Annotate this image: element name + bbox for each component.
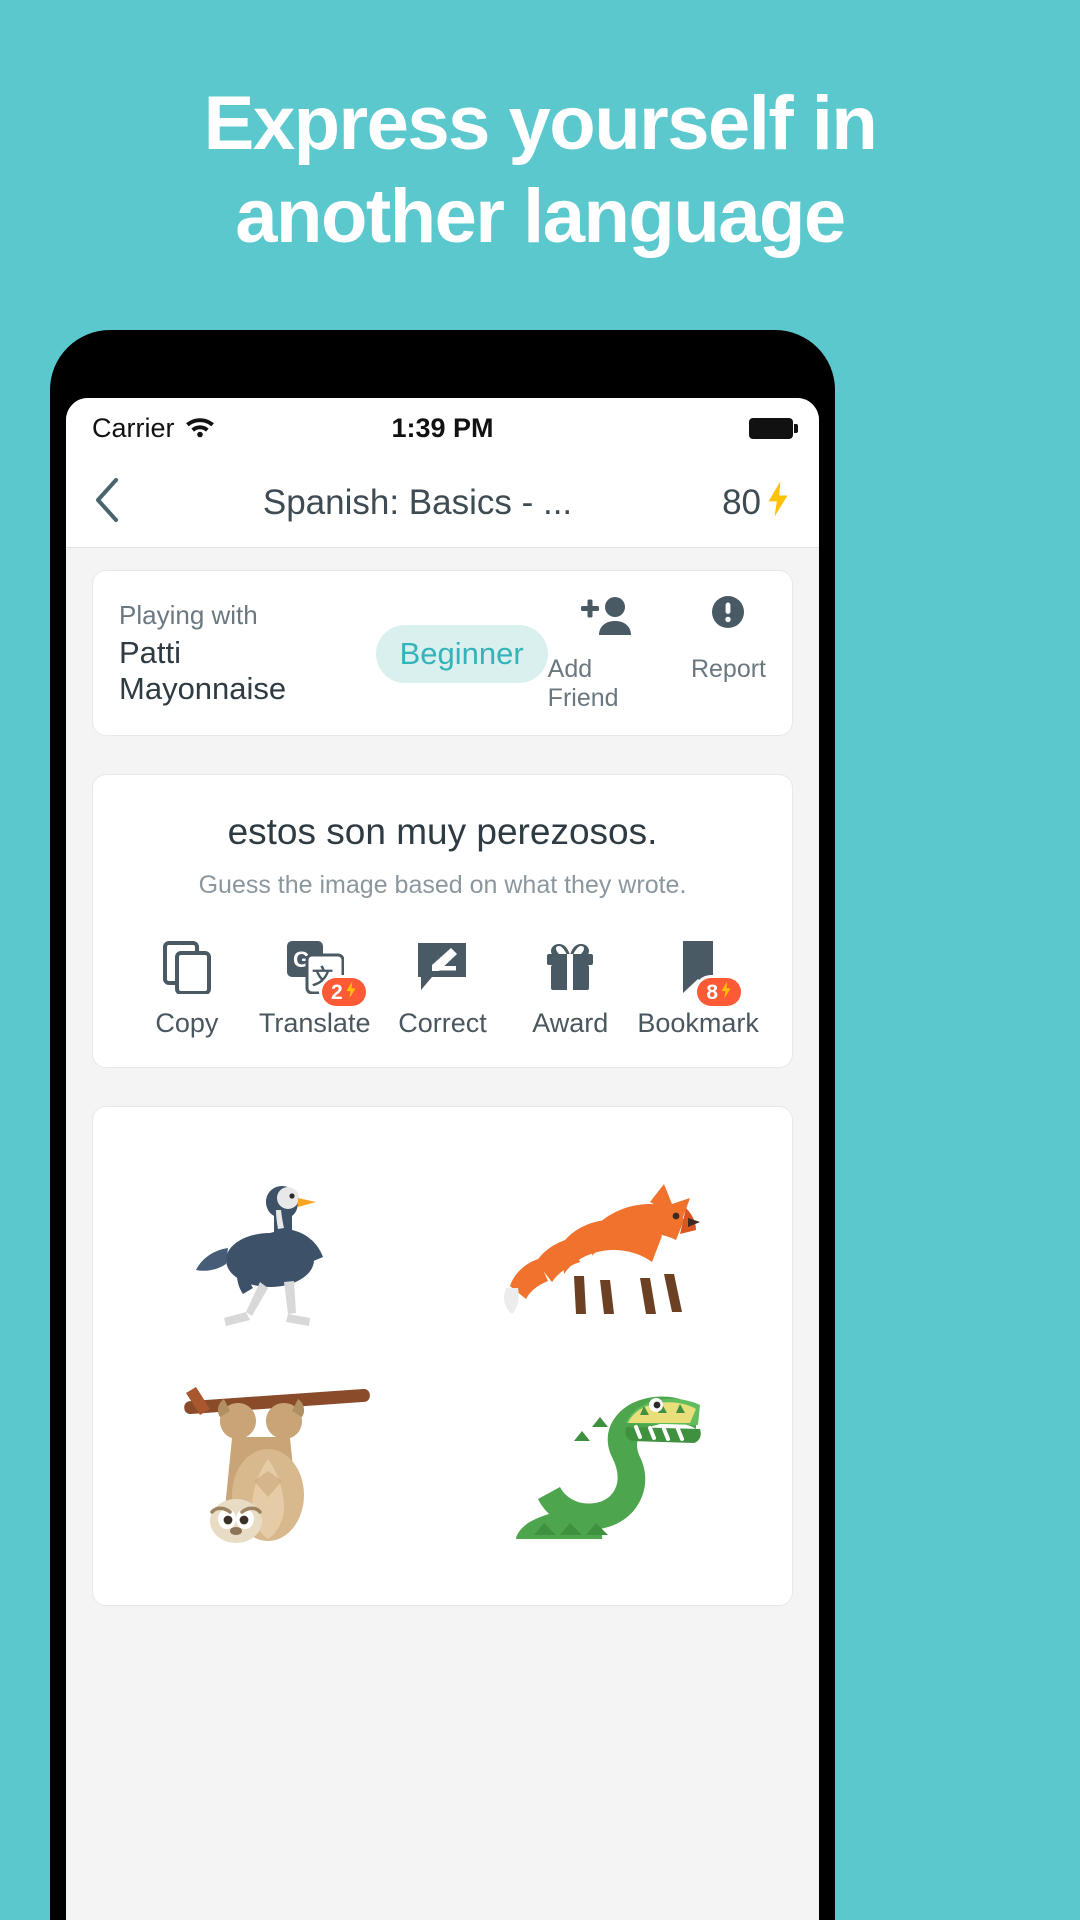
copy-icon bbox=[162, 936, 212, 998]
answer-option-crocodile[interactable] bbox=[448, 1361, 763, 1565]
crocodile-icon bbox=[515, 1396, 701, 1539]
status-bar-right bbox=[749, 417, 798, 439]
bookmark-badge-count: 8 bbox=[706, 980, 719, 1004]
battery-icon bbox=[749, 417, 798, 439]
message-card: estos son muy perezosos. Guess the image… bbox=[92, 774, 793, 1068]
translate-button[interactable]: G 文 2 Translate bbox=[251, 936, 379, 1039]
message-actions-row: Copy G 文 2 Translate Correct Award 8 Boo… bbox=[119, 936, 766, 1039]
copy-button[interactable]: Copy bbox=[123, 936, 251, 1039]
back-button[interactable] bbox=[92, 473, 136, 533]
answer-option-fox[interactable] bbox=[448, 1147, 763, 1351]
message-text: estos son muy perezosos. bbox=[227, 811, 658, 852]
ostrich-icon bbox=[196, 1186, 324, 1326]
gift-icon bbox=[543, 936, 597, 998]
correct-label: Correct bbox=[398, 1008, 487, 1038]
partner-name: Patti Mayonnaise bbox=[119, 634, 287, 707]
promo-headline-line-1: Express yourself in bbox=[203, 81, 878, 166]
translate-icon: G 文 2 bbox=[286, 936, 366, 1006]
correct-button[interactable]: Correct bbox=[379, 936, 507, 1039]
bookmark-label: Bookmark bbox=[637, 1008, 759, 1038]
answer-option-ostrich[interactable] bbox=[123, 1147, 438, 1351]
bookmark-badge: 8 bbox=[697, 978, 742, 1006]
bookmark-button[interactable]: 8 Bookmark bbox=[634, 936, 762, 1039]
add-person-icon bbox=[579, 595, 635, 646]
promo-headline: Express yourself in another language bbox=[0, 78, 1080, 263]
status-bar: Carrier 1:39 PM bbox=[66, 398, 819, 458]
message-subtitle: Guess the image based on what they wrote… bbox=[198, 871, 687, 899]
translate-badge-count: 2 bbox=[331, 980, 343, 1004]
lightning-bolt-icon bbox=[344, 981, 358, 1003]
carrier-label: Carrier bbox=[92, 412, 175, 443]
award-button[interactable]: Award bbox=[506, 936, 634, 1039]
report-exclamation-icon bbox=[703, 595, 753, 646]
translate-label: Translate bbox=[258, 1008, 371, 1038]
lightning-bolt-icon bbox=[719, 981, 733, 1003]
playing-with-label: Playing with bbox=[119, 600, 258, 631]
promo-headline-line-2: another language bbox=[235, 173, 846, 259]
score-value: 80 bbox=[722, 482, 761, 522]
status-bar-left: Carrier bbox=[92, 413, 215, 444]
main-content: Playing with Patti Mayonnaise Beginner A… bbox=[66, 548, 819, 1920]
award-label: Award bbox=[532, 1008, 609, 1038]
image-answer-grid bbox=[92, 1106, 793, 1606]
playing-with-card: Playing with Patti Mayonnaise Beginner A… bbox=[92, 570, 793, 736]
copy-label: Copy bbox=[155, 1008, 219, 1038]
answer-option-sloth[interactable] bbox=[123, 1361, 438, 1565]
sloth-icon bbox=[184, 1387, 371, 1543]
add-friend-button[interactable]: Add Friend bbox=[548, 595, 667, 713]
report-button[interactable]: Report bbox=[691, 595, 766, 713]
bookmark-icon: 8 bbox=[677, 936, 742, 1006]
lightning-bolt-icon bbox=[763, 480, 793, 526]
phone-mockup: Carrier 1:39 PM Spanish: Basics - ... 80… bbox=[50, 330, 835, 1920]
navigation-bar: Spanish: Basics - ... 80 bbox=[66, 458, 819, 548]
playing-with-text: Playing with Patti Mayonnaise bbox=[119, 600, 354, 708]
translate-badge: 2 bbox=[322, 978, 366, 1006]
wifi-icon bbox=[185, 414, 215, 443]
correct-pencil-icon bbox=[415, 936, 469, 998]
page-title: Spanish: Basics - ... bbox=[262, 482, 573, 522]
report-label: Report bbox=[690, 655, 766, 683]
add-friend-label: Add Friend bbox=[547, 655, 619, 712]
level-badge: Beginner bbox=[375, 625, 548, 683]
score-display[interactable]: 80 bbox=[722, 480, 793, 526]
phone-screen: Carrier 1:39 PM Spanish: Basics - ... 80… bbox=[66, 398, 819, 1920]
fox-icon bbox=[503, 1184, 700, 1314]
playing-with-actions: Add Friend Report bbox=[548, 595, 766, 713]
chevron-left-icon bbox=[92, 475, 124, 530]
